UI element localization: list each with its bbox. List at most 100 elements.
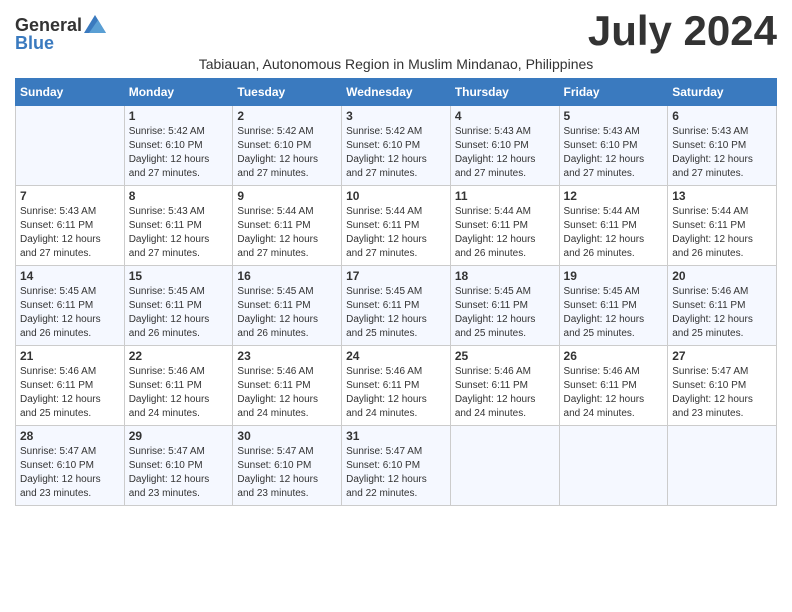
calendar-cell: 16 Sunrise: 5:45 AMSunset: 6:11 PMDayligh… xyxy=(233,266,342,346)
day-number: 14 xyxy=(20,269,120,283)
calendar-cell: 21 Sunrise: 5:46 AMSunset: 6:11 PMDayligh… xyxy=(16,346,125,426)
day-info: Sunrise: 5:44 AMSunset: 6:11 PMDaylight:… xyxy=(455,205,555,261)
day-info: Sunrise: 5:46 AMSunset: 6:11 PMDaylight:… xyxy=(672,285,772,341)
day-info: Sunrise: 5:47 AMSunset: 6:10 PMDaylight:… xyxy=(672,365,772,421)
day-number: 7 xyxy=(20,189,120,203)
weekday-header-saturday: Saturday xyxy=(668,79,777,106)
day-number: 8 xyxy=(129,189,229,203)
day-info: Sunrise: 5:45 AMSunset: 6:11 PMDaylight:… xyxy=(20,285,120,341)
day-number: 10 xyxy=(346,189,446,203)
month-title: July 2024 xyxy=(588,10,777,52)
day-number: 13 xyxy=(672,189,772,203)
calendar-cell: 17 Sunrise: 5:45 AMSunset: 6:11 PMDayligh… xyxy=(342,266,451,346)
calendar-cell: 19 Sunrise: 5:45 AMSunset: 6:11 PMDayligh… xyxy=(559,266,668,346)
day-number: 2 xyxy=(237,109,337,123)
day-number: 1 xyxy=(129,109,229,123)
day-info: Sunrise: 5:47 AMSunset: 6:10 PMDaylight:… xyxy=(129,445,229,501)
day-info: Sunrise: 5:46 AMSunset: 6:11 PMDaylight:… xyxy=(237,365,337,421)
day-number: 17 xyxy=(346,269,446,283)
day-info: Sunrise: 5:46 AMSunset: 6:11 PMDaylight:… xyxy=(455,365,555,421)
day-info: Sunrise: 5:46 AMSunset: 6:11 PMDaylight:… xyxy=(346,365,446,421)
logo-general-text: General xyxy=(15,16,82,34)
calendar-cell: 30 Sunrise: 5:47 AMSunset: 6:10 PMDayligh… xyxy=(233,426,342,506)
weekday-header-thursday: Thursday xyxy=(450,79,559,106)
day-info: Sunrise: 5:45 AMSunset: 6:11 PMDaylight:… xyxy=(564,285,664,341)
weekday-header-sunday: Sunday xyxy=(16,79,125,106)
day-info: Sunrise: 5:45 AMSunset: 6:11 PMDaylight:… xyxy=(346,285,446,341)
logo: General Blue xyxy=(15,16,106,52)
calendar-cell: 7 Sunrise: 5:43 AMSunset: 6:11 PMDaylight… xyxy=(16,186,125,266)
day-info: Sunrise: 5:46 AMSunset: 6:11 PMDaylight:… xyxy=(20,365,120,421)
day-number: 20 xyxy=(672,269,772,283)
calendar-cell: 26 Sunrise: 5:46 AMSunset: 6:11 PMDayligh… xyxy=(559,346,668,426)
day-info: Sunrise: 5:47 AMSunset: 6:10 PMDaylight:… xyxy=(346,445,446,501)
calendar-cell: 9Sunrise: 5:44 AMSunset: 6:11 PMDaylight… xyxy=(233,186,342,266)
day-number: 23 xyxy=(237,349,337,363)
day-number: 15 xyxy=(129,269,229,283)
calendar-cell: 18 Sunrise: 5:45 AMSunset: 6:11 PMDayligh… xyxy=(450,266,559,346)
day-number: 19 xyxy=(564,269,664,283)
day-number: 28 xyxy=(20,429,120,443)
weekday-header-wednesday: Wednesday xyxy=(342,79,451,106)
calendar-cell: 22Sunrise: 5:46 AMSunset: 6:11 PMDayligh… xyxy=(124,346,233,426)
day-number: 4 xyxy=(455,109,555,123)
calendar-cell: 3 Sunrise: 5:42 AMSunset: 6:10 PMDaylight… xyxy=(342,106,451,186)
calendar-cell: 15 Sunrise: 5:45 AMSunset: 6:11 PMDayligh… xyxy=(124,266,233,346)
calendar-cell: 14 Sunrise: 5:45 AMSunset: 6:11 PMDayligh… xyxy=(16,266,125,346)
calendar-cell: 24 Sunrise: 5:46 AMSunset: 6:11 PMDayligh… xyxy=(342,346,451,426)
day-info: Sunrise: 5:44 AMSunset: 6:11 PMDaylight:… xyxy=(564,205,664,261)
calendar-cell: 31 Sunrise: 5:47 AMSunset: 6:10 PMDayligh… xyxy=(342,426,451,506)
day-info: Sunrise: 5:45 AMSunset: 6:11 PMDaylight:… xyxy=(237,285,337,341)
day-info: Sunrise: 5:45 AMSunset: 6:11 PMDaylight:… xyxy=(455,285,555,341)
day-number: 6 xyxy=(672,109,772,123)
day-number: 3 xyxy=(346,109,446,123)
calendar-cell xyxy=(668,426,777,506)
day-info: Sunrise: 5:47 AMSunset: 6:10 PMDaylight:… xyxy=(237,445,337,501)
day-number: 11 xyxy=(455,189,555,203)
logo-blue-text: Blue xyxy=(15,34,54,52)
logo-icon xyxy=(84,15,106,33)
calendar-cell xyxy=(559,426,668,506)
calendar-cell: 1 Sunrise: 5:42 AMSunset: 6:10 PMDaylight… xyxy=(124,106,233,186)
page-header: General Blue July 2024 xyxy=(15,10,777,52)
day-number: 30 xyxy=(237,429,337,443)
calendar-cell: 8 Sunrise: 5:43 AMSunset: 6:11 PMDaylight… xyxy=(124,186,233,266)
weekday-header-monday: Monday xyxy=(124,79,233,106)
calendar-cell: 10 Sunrise: 5:44 AMSunset: 6:11 PMDayligh… xyxy=(342,186,451,266)
day-info: Sunrise: 5:42 AMSunset: 6:10 PMDaylight:… xyxy=(237,125,337,181)
calendar-cell: 6 Sunrise: 5:43 AMSunset: 6:10 PMDaylight… xyxy=(668,106,777,186)
calendar-cell: 25 Sunrise: 5:46 AMSunset: 6:11 PMDayligh… xyxy=(450,346,559,426)
day-info: Sunrise: 5:43 AMSunset: 6:10 PMDaylight:… xyxy=(672,125,772,181)
day-info: Sunrise: 5:43 AMSunset: 6:11 PMDaylight:… xyxy=(20,205,120,261)
day-number: 22 xyxy=(129,349,229,363)
calendar-cell: 4 Sunrise: 5:43 AMSunset: 6:10 PMDaylight… xyxy=(450,106,559,186)
day-number: 18 xyxy=(455,269,555,283)
day-info: Sunrise: 5:45 AMSunset: 6:11 PMDaylight:… xyxy=(129,285,229,341)
calendar-cell: 11 Sunrise: 5:44 AMSunset: 6:11 PMDayligh… xyxy=(450,186,559,266)
weekday-header-friday: Friday xyxy=(559,79,668,106)
day-info: Sunrise: 5:42 AMSunset: 6:10 PMDaylight:… xyxy=(346,125,446,181)
day-number: 12 xyxy=(564,189,664,203)
day-number: 24 xyxy=(346,349,446,363)
calendar-cell: 29 Sunrise: 5:47 AMSunset: 6:10 PMDayligh… xyxy=(124,426,233,506)
day-number: 21 xyxy=(20,349,120,363)
day-info: Sunrise: 5:47 AMSunset: 6:10 PMDaylight:… xyxy=(20,445,120,501)
day-number: 29 xyxy=(129,429,229,443)
day-number: 16 xyxy=(237,269,337,283)
day-info: Sunrise: 5:43 AMSunset: 6:10 PMDaylight:… xyxy=(455,125,555,181)
day-number: 31 xyxy=(346,429,446,443)
day-number: 26 xyxy=(564,349,664,363)
day-info: Sunrise: 5:44 AMSunset: 6:11 PMDaylight:… xyxy=(346,205,446,261)
day-info: Sunrise: 5:44 AMSunset: 6:11 PMDaylight:… xyxy=(237,205,337,261)
calendar-cell xyxy=(450,426,559,506)
subtitle: Tabiauan, Autonomous Region in Muslim Mi… xyxy=(15,56,777,72)
day-info: Sunrise: 5:43 AMSunset: 6:11 PMDaylight:… xyxy=(129,205,229,261)
calendar-cell: 12 Sunrise: 5:44 AMSunset: 6:11 PMDayligh… xyxy=(559,186,668,266)
day-info: Sunrise: 5:46 AMSunset: 6:11 PMDaylight:… xyxy=(564,365,664,421)
calendar-cell xyxy=(16,106,125,186)
day-number: 25 xyxy=(455,349,555,363)
calendar-cell: 23 Sunrise: 5:46 AMSunset: 6:11 PMDayligh… xyxy=(233,346,342,426)
day-info: Sunrise: 5:42 AMSunset: 6:10 PMDaylight:… xyxy=(129,125,229,181)
calendar-cell: 13Sunrise: 5:44 AMSunset: 6:11 PMDayligh… xyxy=(668,186,777,266)
calendar-cell: 2 Sunrise: 5:42 AMSunset: 6:10 PMDaylight… xyxy=(233,106,342,186)
